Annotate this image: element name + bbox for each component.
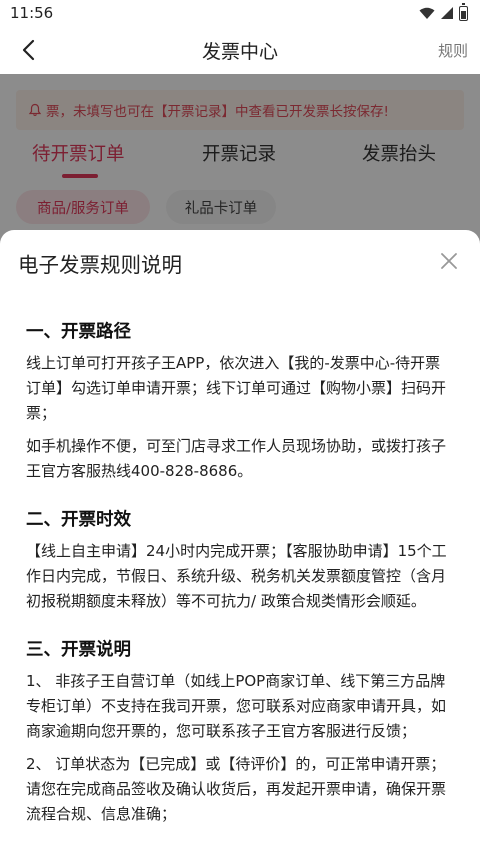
rules-bottom-sheet: 电子发票规则说明 一、开票路径 线上订单可打开孩子王APP，依次进入【我的-发票…	[0, 230, 480, 853]
back-button[interactable]	[14, 36, 42, 64]
status-icons	[419, 2, 468, 21]
close-icon[interactable]	[438, 250, 460, 272]
battery-icon	[459, 2, 468, 21]
section-heading: 二、开票时效	[26, 510, 131, 530]
section-invoice-notes: 三、开票说明 1、 非孩子王自营订单（如线上POP商家订单、线下第三方品牌专柜订…	[26, 636, 454, 827]
status-bar: 11:56	[0, 0, 480, 26]
section-paragraph: 1、 非孩子王自营订单（如线上POP商家订单、线下第三方品牌专柜订单）不支持在我…	[26, 672, 447, 740]
section-heading: 一、开票路径	[26, 322, 131, 342]
chevron-left-icon	[22, 39, 35, 61]
rules-content: 一、开票路径 线上订单可打开孩子王APP，依次进入【我的-发票中心-待开票订单】…	[26, 318, 454, 849]
section-invoice-timing: 二、开票时效 【线上自主申请】24小时内完成开票；【客服协助申请】15个工作日内…	[26, 506, 454, 614]
section-invoice-path: 一、开票路径 线上订单可打开孩子王APP，依次进入【我的-发票中心-待开票订单】…	[26, 318, 454, 484]
rules-link[interactable]: 规则	[438, 40, 468, 61]
signal-icon	[441, 7, 453, 19]
page-title: 发票中心	[201, 40, 278, 63]
sheet-title: 电子发票规则说明	[18, 253, 182, 277]
section-paragraph: 如手机操作不便，可至门店寻求工作人员现场协助，或拨打孩子王官方客服热线400-8…	[26, 437, 447, 480]
section-paragraph: 【线上自主申请】24小时内完成开票；【客服协助申请】15个工作日内完成，节假日、…	[26, 542, 447, 610]
section-paragraph: 2、 订单状态为【已完成】或【待评价】的，可正常申请开票；请您在完成商品签收及确…	[26, 755, 447, 823]
nav-bar: 发票中心 规则	[0, 26, 480, 74]
section-paragraph: 线上订单可打开孩子王APP，依次进入【我的-发票中心-待开票订单】勾选订单申请开…	[26, 354, 447, 422]
section-heading: 三、开票说明	[26, 640, 131, 660]
status-time: 11:56	[10, 4, 54, 22]
wifi-icon	[419, 7, 435, 19]
